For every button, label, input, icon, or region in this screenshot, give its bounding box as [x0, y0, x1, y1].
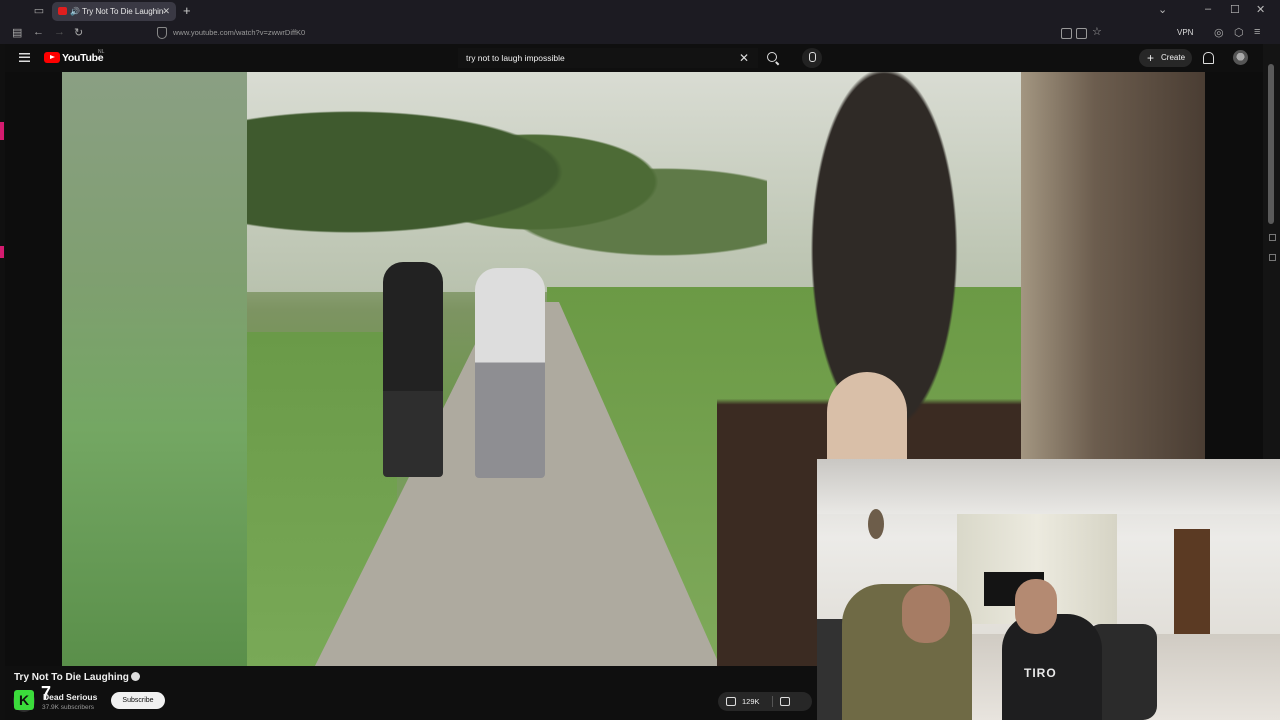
- shield-icon[interactable]: [157, 27, 167, 39]
- menu-icon[interactable]: ≡: [1254, 26, 1260, 38]
- tab-list-icon[interactable]: ▭: [32, 4, 46, 18]
- forward-arrow-icon[interactable]: →: [54, 26, 65, 38]
- close-window-button[interactable]: ✕: [1256, 3, 1265, 16]
- like-button-icon[interactable]: [726, 697, 736, 706]
- account-avatar[interactable]: [1233, 50, 1248, 65]
- like-dislike-bar: 129K: [718, 692, 812, 711]
- reload-icon[interactable]: ↻: [74, 26, 83, 39]
- browser-tab-youtube[interactable]: 🔊 Try Not To Die Laughing 💀 ✕: [52, 2, 176, 21]
- clear-search-icon[interactable]: ✕: [739, 48, 749, 68]
- tab-title: Try Not To Die Laughing 💀: [82, 7, 164, 16]
- extensions-icon[interactable]: ⬡: [1234, 26, 1244, 39]
- youtube-masthead: YouTube NL try not to laugh impossible ✕…: [5, 44, 1263, 72]
- shirt-text: TIRO: [1024, 666, 1057, 680]
- edge-marker: [0, 246, 4, 258]
- maximize-button[interactable]: ☐: [1230, 3, 1240, 16]
- search-icon: [767, 52, 777, 62]
- subscribe-button[interactable]: Subscribe: [111, 692, 165, 709]
- side-icon[interactable]: [1269, 234, 1276, 241]
- skull-emoji-icon: [130, 672, 140, 681]
- hamburger-menu-icon[interactable]: [19, 53, 30, 62]
- subscriber-count: 37.9K subscribers: [42, 704, 95, 711]
- like-divider: [772, 696, 773, 707]
- cam-person-left-head: [902, 585, 950, 643]
- region-code: NL: [98, 49, 105, 55]
- cam-wall-clock: [868, 509, 884, 539]
- sidebar-toggle-icon[interactable]: ▤: [12, 26, 22, 39]
- overlay-k-badge: K: [14, 690, 34, 710]
- new-tab-button[interactable]: +: [183, 3, 191, 18]
- video-title-text: Try Not To Die Laughing: [14, 672, 129, 683]
- screenshot-icon[interactable]: [1061, 28, 1072, 39]
- video-title: Try Not To Die Laughing: [14, 672, 140, 683]
- scrollbar-thumb[interactable]: [1268, 64, 1274, 224]
- side-icon[interactable]: [1269, 254, 1276, 261]
- browser-address-bar: ▤ ← → ↻ www.youtube.com/watch?v=zwwrDiff…: [0, 22, 1280, 45]
- video-person-light: [475, 268, 545, 478]
- like-count[interactable]: 129K: [742, 692, 760, 711]
- url-field[interactable]: www.youtube.com/watch?v=zwwrDiffK0: [173, 26, 305, 40]
- search-input[interactable]: try not to laugh impossible ✕: [458, 48, 758, 68]
- cam-person-right-head: [1015, 579, 1057, 634]
- browser-tab-bar: ▭ 🔊 Try Not To Die Laughing 💀 ✕ + ⌄ – ☐ …: [0, 0, 1280, 22]
- profile-icon[interactable]: ◎: [1214, 26, 1224, 39]
- cam-ceiling: [817, 459, 1280, 514]
- tab-close-icon[interactable]: ✕: [162, 2, 170, 21]
- blurred-side-fill-left: [62, 72, 247, 666]
- video-info: Try Not To Die Laughing K 7 Dead Serious…: [5, 666, 817, 720]
- bookmark-star-icon[interactable]: ☆: [1092, 25, 1102, 38]
- chevron-down-icon[interactable]: ⌄: [1158, 3, 1167, 16]
- youtube-logo-icon[interactable]: [44, 52, 60, 63]
- video-person-dark: [383, 262, 443, 477]
- vpn-button[interactable]: VPN: [1177, 26, 1193, 40]
- webcam-overlay: TIRO: [817, 459, 1280, 720]
- voice-search-button[interactable]: [802, 48, 822, 68]
- video-scene-trees: [247, 92, 767, 292]
- tab-manager-icon[interactable]: [1076, 28, 1087, 39]
- microphone-icon: [809, 52, 816, 62]
- search-button[interactable]: [762, 48, 784, 68]
- channel-name[interactable]: Dead Serious: [43, 692, 97, 702]
- plus-icon: +: [1147, 51, 1155, 65]
- create-button[interactable]: + Create: [1139, 49, 1192, 67]
- notifications-bell-icon[interactable]: [1203, 52, 1214, 64]
- search-query[interactable]: try not to laugh impossible: [466, 48, 565, 68]
- cam-door: [1174, 529, 1210, 639]
- speaker-icon[interactable]: 🔊: [70, 2, 80, 21]
- minimize-button[interactable]: –: [1205, 3, 1211, 15]
- back-arrow-icon[interactable]: ←: [33, 26, 44, 38]
- create-label: Create: [1161, 53, 1186, 62]
- dislike-button-icon[interactable]: [780, 697, 790, 706]
- youtube-favicon-icon: [58, 7, 67, 15]
- edge-marker: [0, 122, 4, 140]
